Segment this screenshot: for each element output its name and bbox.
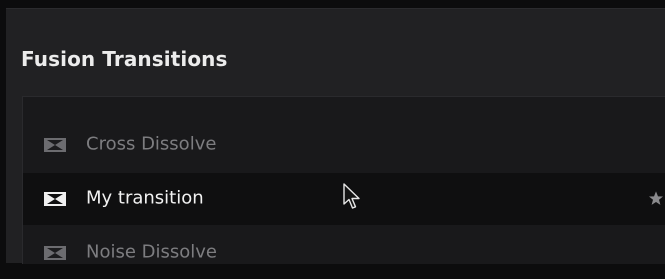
arrow-cursor-icon: [343, 183, 360, 209]
list-item-label: Noise Dissolve: [86, 241, 218, 263]
list-item-label: My transition: [86, 187, 204, 209]
fusion-transitions-panel: Fusion Transitions Cross Dissolve My tra…: [6, 8, 665, 264]
transitions-list: Cross Dissolve My transition Noise Disso…: [22, 96, 665, 264]
transition-icon: [44, 246, 66, 260]
list-item-noise-dissolve[interactable]: Noise Dissolve: [23, 227, 665, 279]
list-item-cross-dissolve[interactable]: Cross Dissolve: [23, 119, 665, 171]
transition-icon: [44, 192, 66, 206]
section-title: Fusion Transitions: [21, 47, 228, 71]
star-icon[interactable]: [648, 190, 664, 206]
list-item-label: Cross Dissolve: [86, 133, 217, 155]
transition-icon: [44, 138, 66, 152]
